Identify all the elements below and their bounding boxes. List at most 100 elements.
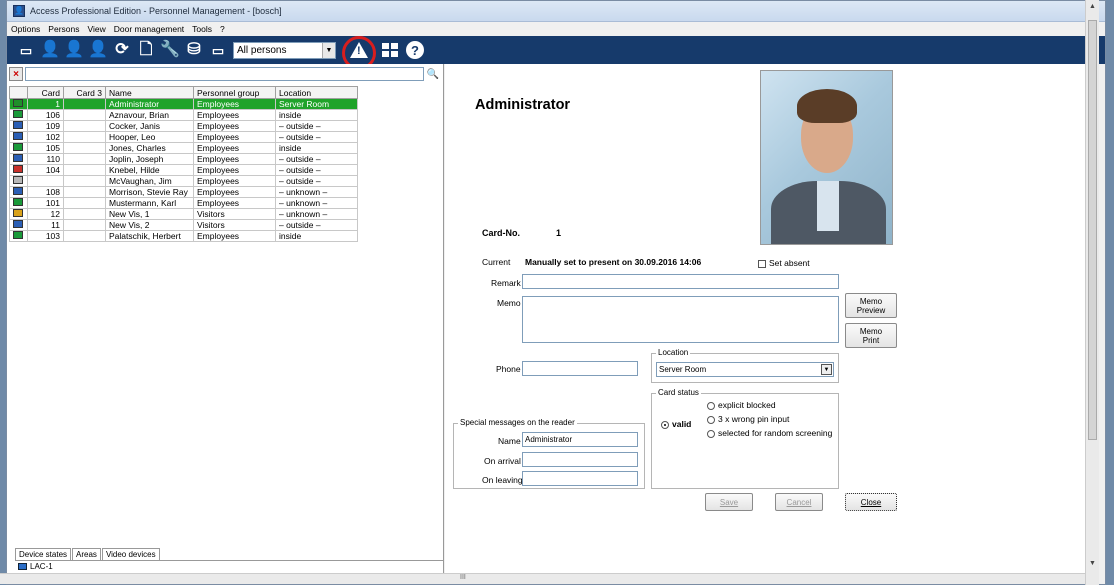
document-icon[interactable]: 🗋 — [135, 39, 157, 61]
table-row[interactable]: 101 Mustermann, Karl Employees – unknown – — [9, 197, 358, 209]
controller-icon — [18, 562, 27, 570]
sm-arrival-field[interactable] — [522, 452, 638, 467]
set-absent-box[interactable] — [758, 259, 766, 268]
column-card[interactable]: Card — [27, 86, 64, 99]
status-valid-dot[interactable] — [661, 420, 669, 429]
menu-tools[interactable]: Tools — [192, 24, 212, 34]
cell-group: Employees — [193, 186, 276, 198]
table-row[interactable]: 12 New Vis, 1 Visitors – unknown – — [9, 208, 358, 220]
cell-card: 11 — [27, 219, 64, 231]
status-random-dot[interactable] — [707, 429, 715, 438]
search-icon[interactable]: 🔍 — [425, 67, 441, 81]
table-row[interactable]: 108 Morrison, Stevie Ray Employees – unknow… — [9, 186, 358, 198]
sm-leaving-field[interactable] — [522, 471, 638, 486]
column-personnel-group[interactable]: Personnel group — [193, 86, 276, 99]
status-pin-dot[interactable] — [707, 415, 715, 424]
column-card3[interactable]: Card 3 — [63, 86, 106, 99]
phone-field[interactable] — [522, 361, 638, 376]
person-filter-select[interactable]: All persons ▼ — [233, 41, 336, 59]
cancel-button[interactable]: Cancel — [775, 493, 823, 511]
cell-name: New Vis, 1 — [105, 208, 194, 220]
memo-print-button[interactable]: Memo Print — [845, 323, 897, 348]
help-icon[interactable]: ? — [406, 41, 424, 59]
chevron-down-icon[interactable]: ▼ — [322, 42, 335, 58]
table-row[interactable]: 109 Cocker, Janis Employees – outside – — [9, 120, 358, 132]
cell-name: Knebel, Hilde — [105, 164, 194, 176]
person-name-heading: Administrator — [475, 97, 571, 113]
device-item[interactable]: LAC-1 — [15, 560, 443, 571]
bottom-tabs: Device states Areas Video devices — [15, 548, 161, 560]
cell-card3 — [63, 120, 106, 132]
tab-areas[interactable]: Areas — [72, 548, 101, 560]
remark-label: Remark — [491, 278, 521, 288]
vertical-scrollbar[interactable]: ▲ ▼ — [1085, 0, 1099, 585]
cell-card: 103 — [27, 230, 64, 242]
status-valid-radio[interactable]: valid — [661, 419, 691, 429]
scroll-thumb[interactable] — [1088, 20, 1097, 440]
alarm-button[interactable]: ! — [342, 36, 376, 70]
app-window: 👤 Access Professional Edition - Personne… — [6, 0, 1106, 585]
memo-label: Memo — [497, 298, 521, 308]
table-row[interactable]: 106 Aznavour, Brian Employees inside — [9, 109, 358, 121]
database-icon[interactable]: ⛁ — [183, 39, 205, 61]
cell-card3 — [63, 142, 106, 154]
menu-door-management[interactable]: Door management — [114, 24, 184, 34]
scroll-grip-icon[interactable]: III — [460, 574, 466, 581]
person-card-icon — [13, 154, 23, 162]
row-icon-cell — [9, 230, 28, 242]
cell-card: 101 — [27, 197, 64, 209]
cell-group: Employees — [193, 164, 276, 176]
delete-person-icon[interactable]: 👤 — [87, 39, 109, 61]
save-button[interactable]: Save — [705, 493, 753, 511]
close-button[interactable]: Close — [845, 493, 897, 511]
menu-view[interactable]: View — [87, 24, 105, 34]
photo-hair — [797, 89, 857, 123]
table-row[interactable]: 110 Joplin, Joseph Employees – outside – — [9, 153, 358, 165]
row-icon-cell — [9, 131, 28, 143]
horizontal-scrollbar[interactable]: III — [0, 573, 1085, 584]
card-reader-icon[interactable]: ▭ — [15, 39, 37, 61]
table-row[interactable]: 1 Administrator Employees Server Room — [9, 98, 358, 110]
table-row[interactable]: 104 Knebel, Hilde Employees – outside – — [9, 164, 358, 176]
set-absent-checkbox[interactable]: Set absent — [758, 258, 810, 268]
grid-view-icon[interactable] — [382, 43, 398, 57]
status-random-radio[interactable]: selected for random screening — [707, 428, 832, 438]
add-person-icon[interactable]: 👤 — [39, 39, 61, 61]
menu-persons[interactable]: Persons — [48, 24, 79, 34]
card-icon[interactable]: ▭ — [207, 39, 229, 61]
chevron-down-icon[interactable]: ▼ — [821, 364, 832, 375]
cell-name: Jones, Charles — [105, 142, 194, 154]
cell-group: Employees — [193, 109, 276, 121]
refresh-icon[interactable]: ⟳ — [111, 39, 133, 61]
remark-field[interactable] — [522, 274, 839, 289]
status-explicit-radio[interactable]: explicit blocked — [707, 400, 776, 410]
scroll-up-icon[interactable]: ▲ — [1089, 3, 1096, 10]
status-explicit-dot[interactable] — [707, 401, 715, 410]
memo-preview-button[interactable]: Memo Preview — [845, 293, 897, 318]
row-icon-cell — [9, 208, 28, 220]
cell-card: 109 — [27, 120, 64, 132]
status-pin-radio[interactable]: 3 x wrong pin input — [707, 414, 789, 424]
search-input[interactable] — [25, 67, 424, 81]
set-absent-label: Set absent — [769, 258, 810, 268]
sm-name-field[interactable]: Administrator — [522, 432, 638, 447]
table-row[interactable]: 102 Hooper, Leo Employees – outside – — [9, 131, 358, 143]
tab-device-states[interactable]: Device states — [15, 548, 72, 560]
memo-field[interactable] — [522, 296, 839, 343]
location-select[interactable]: Server Room ▼ — [656, 362, 834, 377]
menu-options[interactable]: Options — [11, 24, 40, 34]
photo-shirt — [817, 181, 839, 231]
clear-search-icon[interactable]: × — [9, 67, 23, 81]
wrench-icon[interactable]: 🔧 — [159, 39, 181, 61]
menu-help[interactable]: ? — [220, 24, 225, 34]
column-name[interactable]: Name — [105, 86, 194, 99]
table-row[interactable]: McVaughan, Jim Employees – outside – — [9, 175, 358, 187]
table-row[interactable]: 11 New Vis, 2 Visitors – outside – — [9, 219, 358, 231]
table-row[interactable]: 105 Jones, Charles Employees inside — [9, 142, 358, 154]
edit-person-icon[interactable]: 👤 — [63, 39, 85, 61]
column-location[interactable]: Location — [275, 86, 358, 99]
scroll-down-icon[interactable]: ▼ — [1089, 560, 1096, 567]
cell-card3 — [63, 153, 106, 165]
tab-video-devices[interactable]: Video devices — [101, 548, 160, 560]
table-row[interactable]: 103 Palatschik, Herbert Employees inside — [9, 230, 358, 242]
